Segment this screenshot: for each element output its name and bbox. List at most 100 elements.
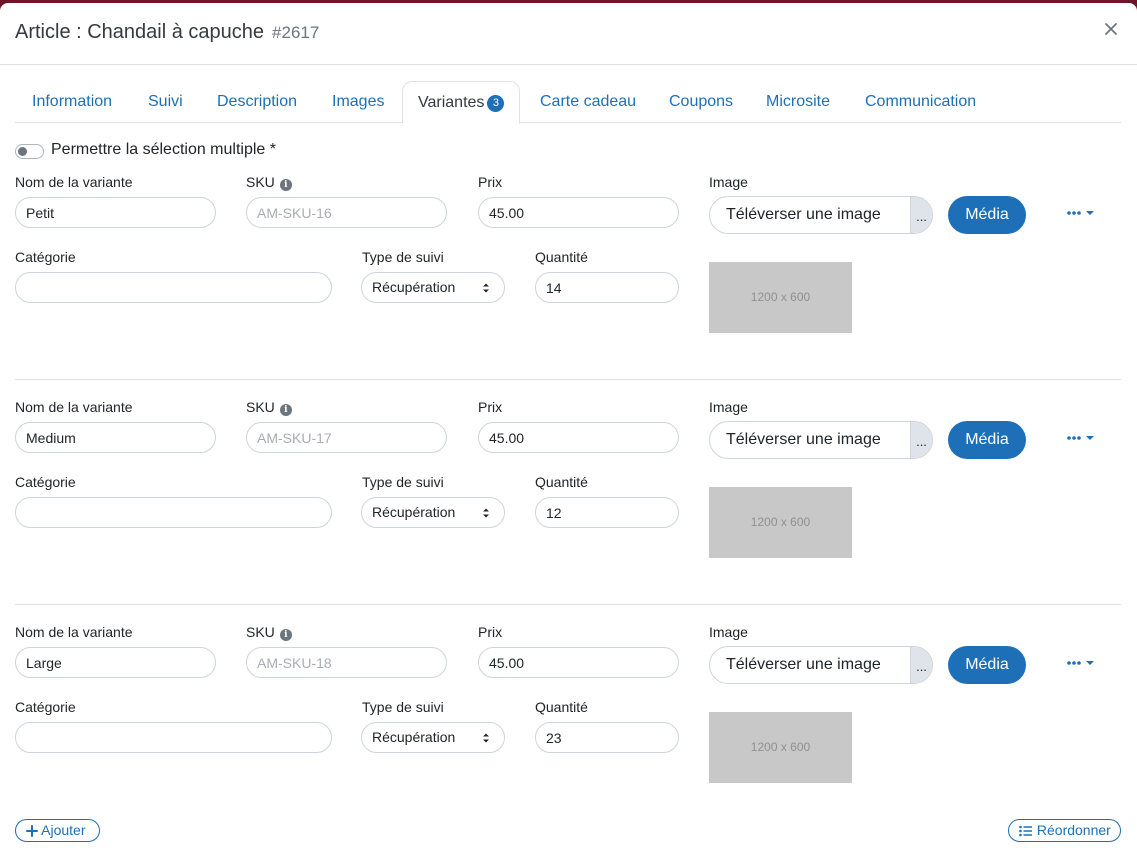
- price-input[interactable]: [478, 647, 679, 678]
- category-input[interactable]: [15, 272, 332, 303]
- select-caret-icon: [483, 508, 489, 518]
- select-caret-icon: [483, 283, 489, 293]
- category-input[interactable]: [15, 497, 332, 528]
- tab-label: Carte cadeau: [540, 93, 637, 110]
- name-label: Nom de la variante: [15, 399, 133, 415]
- image-placeholder: 1200 x 600: [709, 487, 852, 558]
- price-input[interactable]: [478, 197, 679, 228]
- quantity-input[interactable]: [535, 722, 679, 753]
- sku-label-text: SKU: [246, 399, 275, 415]
- more-options-icon[interactable]: [1067, 207, 1097, 221]
- category-label: Catégorie: [15, 699, 76, 715]
- tab-label: Variantes: [418, 94, 485, 111]
- info-icon[interactable]: i: [279, 404, 292, 416]
- upload-browse-button[interactable]: ...: [910, 647, 932, 683]
- select-caret-icon: [483, 733, 489, 743]
- add-label: Ajouter: [41, 822, 86, 838]
- tab-variantes[interactable]: Variantes 3: [402, 81, 521, 124]
- tracking-select[interactable]: Récupération: [361, 497, 505, 528]
- quantity-label: Quantité: [535, 249, 588, 265]
- variant-name-input[interactable]: [15, 422, 216, 453]
- name-label: Nom de la variante: [15, 624, 133, 640]
- price-label: Prix: [478, 624, 503, 640]
- category-input[interactable]: [15, 722, 332, 753]
- info-icon[interactable]: i: [279, 179, 292, 191]
- upload-browse-button[interactable]: ...: [910, 422, 932, 458]
- article-modal: Article : Chandail à capuche #2617 Inform…: [0, 3, 1137, 859]
- quantity-input[interactable]: [535, 272, 679, 303]
- quantity-label: Quantité: [535, 699, 588, 715]
- sku-label: SKU i: [246, 399, 292, 416]
- upload-text: Téléverser une image: [726, 656, 881, 673]
- name-label: Nom de la variante: [15, 174, 133, 190]
- article-number: #2617: [272, 23, 320, 42]
- sku-input[interactable]: [246, 422, 447, 453]
- tab-coupons[interactable]: Coupons: [669, 81, 733, 123]
- tab-label: Description: [217, 93, 298, 110]
- variant-name-input[interactable]: [15, 197, 216, 228]
- price-label: Prix: [478, 399, 503, 415]
- tracking-label: Type de suivi: [362, 474, 444, 490]
- quantity-input[interactable]: [535, 497, 679, 528]
- more-options-icon[interactable]: [1067, 657, 1097, 671]
- tab-images[interactable]: Images: [332, 81, 384, 123]
- media-button[interactable]: Média: [948, 421, 1026, 459]
- tracking-value: Récupération: [372, 729, 456, 745]
- tab-label: Microsite: [766, 93, 831, 110]
- price-input[interactable]: [478, 422, 679, 453]
- tab-microsite[interactable]: Microsite: [766, 81, 830, 123]
- tracking-select[interactable]: Récupération: [361, 272, 505, 303]
- tab-label: Communication: [865, 93, 977, 110]
- tab-label: Images: [332, 93, 385, 110]
- sku-label: SKU i: [246, 174, 292, 191]
- image-label: Image: [709, 399, 748, 415]
- tracking-select[interactable]: Récupération: [361, 722, 505, 753]
- upload-text: Téléverser une image: [726, 206, 881, 223]
- category-label: Catégorie: [15, 249, 76, 265]
- price-label: Prix: [478, 174, 503, 190]
- variant-divider: [15, 379, 1121, 380]
- tab-carte-cadeau[interactable]: Carte cadeau: [540, 81, 636, 123]
- tab-information[interactable]: Information: [32, 81, 112, 123]
- tab-communication[interactable]: Communication: [865, 81, 976, 123]
- sku-label-text: SKU: [246, 174, 275, 190]
- tracking-label: Type de suivi: [362, 699, 444, 715]
- image-upload-field[interactable]: Téléverser une image ...: [709, 646, 933, 684]
- sku-input[interactable]: [246, 197, 447, 228]
- tab-bar: Information Suivi Description Images Var…: [15, 81, 1121, 124]
- variant-divider: [15, 604, 1121, 605]
- multi-select-toggle[interactable]: [15, 144, 44, 159]
- info-icon[interactable]: i: [279, 629, 292, 641]
- variant-block: Nom de la variante SKU i Prix Image Télév…: [0, 621, 1137, 846]
- tab-description[interactable]: Description: [217, 81, 297, 123]
- modal-title: Article : Chandail à capuche #2617: [15, 21, 319, 44]
- plus-icon: [26, 825, 38, 837]
- media-button[interactable]: Média: [948, 646, 1026, 684]
- variant-block: Nom de la variante SKU i Prix Image Télév…: [0, 171, 1137, 396]
- variant-name-input[interactable]: [15, 647, 216, 678]
- variant-count-badge: 3: [487, 95, 505, 112]
- close-icon[interactable]: [1101, 19, 1121, 39]
- tab-label: Coupons: [669, 93, 734, 110]
- image-upload-field[interactable]: Téléverser une image ...: [709, 421, 933, 459]
- modal-title-text: Article : Chandail à capuche: [15, 21, 265, 43]
- media-button[interactable]: Média: [948, 196, 1026, 234]
- more-options-icon[interactable]: [1067, 432, 1097, 446]
- variant-block: Nom de la variante SKU i Prix Image Télév…: [0, 396, 1137, 621]
- sku-input[interactable]: [246, 647, 447, 678]
- toggle-knob: [18, 147, 27, 156]
- tracking-value: Récupération: [372, 279, 456, 295]
- reorder-button[interactable]: Réordonner: [1008, 819, 1121, 842]
- tab-label: Suivi: [148, 93, 183, 110]
- category-label: Catégorie: [15, 474, 76, 490]
- tab-suivi[interactable]: Suivi: [148, 81, 183, 123]
- image-placeholder: 1200 x 600: [709, 712, 852, 783]
- upload-browse-button[interactable]: ...: [910, 197, 932, 233]
- image-upload-field[interactable]: Téléverser une image ...: [709, 196, 933, 234]
- add-variant-button[interactable]: Ajouter: [15, 819, 100, 842]
- image-placeholder: 1200 x 600: [709, 262, 852, 333]
- list-icon: [1019, 825, 1032, 837]
- modal-header: Article : Chandail à capuche #2617: [0, 3, 1137, 65]
- quantity-label: Quantité: [535, 474, 588, 490]
- image-label: Image: [709, 624, 748, 640]
